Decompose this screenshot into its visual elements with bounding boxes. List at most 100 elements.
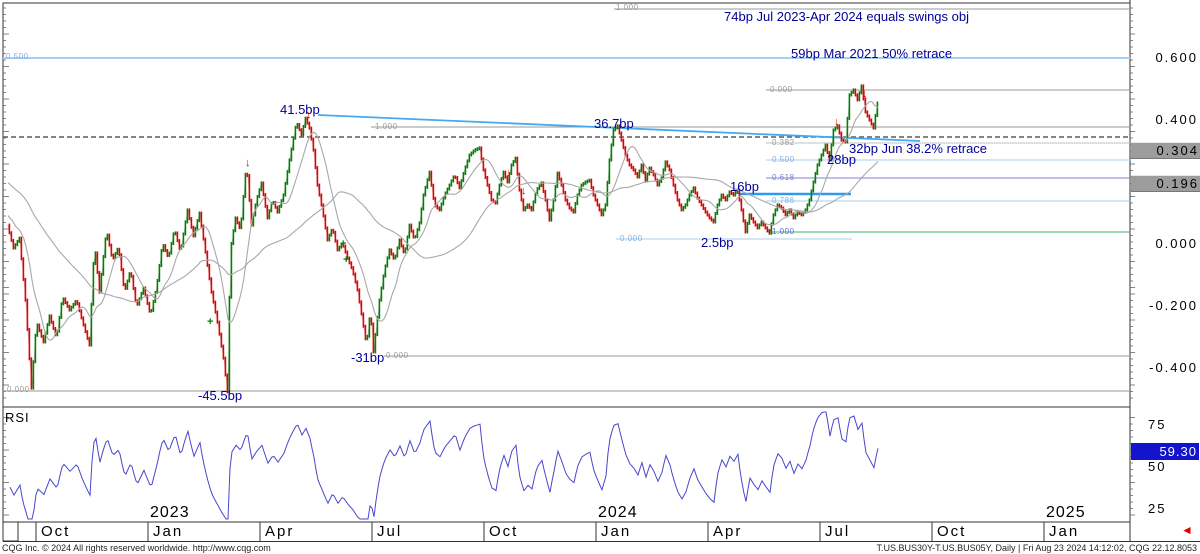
candle-bar [167, 249, 169, 257]
year-label: 2023 [150, 504, 190, 522]
candle-bar [191, 217, 193, 229]
candle-bar [61, 302, 63, 319]
candle-bar [243, 195, 245, 220]
candle-bar [63, 297, 65, 305]
candle-bar [589, 179, 591, 183]
candle-bar [439, 206, 441, 211]
candle-bar [741, 198, 743, 211]
candle-bar [177, 231, 179, 242]
candle-bar [607, 181, 609, 206]
candle-bar [279, 205, 281, 214]
candle-bar [869, 114, 871, 121]
chart-canvas[interactable] [0, 0, 1200, 554]
candle-bar [753, 217, 755, 224]
candle-bar [165, 244, 167, 252]
candle-bar [113, 254, 115, 260]
candle-bar [211, 277, 213, 293]
candle-bar [645, 171, 647, 182]
candle-bar [675, 184, 677, 194]
candle-bar [289, 158, 291, 173]
fib-level-label: 1.000 [772, 227, 795, 236]
candle-bar [441, 202, 443, 211]
candle-bar [755, 220, 757, 226]
candle-bar [351, 261, 353, 269]
candle-bar [647, 173, 649, 182]
candle-bar [711, 216, 713, 221]
candle-bar [681, 203, 683, 211]
candle-bar [529, 203, 531, 208]
date-tick-label: Oct [489, 523, 518, 540]
candle-bar [129, 272, 131, 282]
candle-bar [405, 247, 407, 253]
candle-bar [237, 216, 239, 224]
candle-bar [545, 190, 547, 202]
cqg-chart-window: 1.0000.5000.0001.0000.3820.5000.6180.786… [0, 0, 1200, 554]
swing-annotation: 59bp Mar 2021 50% retrace [791, 46, 952, 61]
candle-bar [413, 230, 415, 239]
candle-bar [765, 223, 767, 229]
candle-bar [383, 275, 385, 290]
candle-bar [403, 244, 405, 253]
down-arrow-marker: ↓ [834, 116, 840, 128]
candle-bar [563, 184, 565, 194]
candle-bar [833, 128, 835, 146]
candle-bar [281, 199, 283, 208]
candle-bar [101, 273, 103, 294]
candle-bar [217, 311, 219, 324]
candle-bar [215, 301, 217, 314]
candle-bar [353, 266, 355, 275]
candle-bar [449, 184, 451, 191]
candle-bar [613, 128, 615, 146]
date-tick-label: Jul [377, 523, 402, 540]
candle-bar [515, 157, 517, 163]
candle-bar [361, 300, 363, 315]
candle-bar [457, 176, 459, 184]
candle-bar [541, 181, 543, 187]
rsi-line [10, 412, 878, 519]
scroll-left-arrow-icon[interactable]: ◄ [1181, 523, 1193, 537]
candle-bar [37, 323, 39, 336]
candle-bar [423, 194, 425, 211]
candle-bar [549, 209, 551, 222]
down-arrow-marker: ↓ [521, 185, 527, 197]
candle-bar [257, 195, 259, 206]
candle-bar [283, 194, 285, 203]
candle-bar [97, 251, 99, 274]
status-symbol-info: T.US.BUS30Y-T.US.BUS05Y, Daily | Fri Aug… [876, 543, 1197, 553]
candle-bar [109, 234, 111, 247]
candle-bar [261, 181, 263, 191]
candle-bar [169, 252, 171, 257]
candle-bar [127, 280, 129, 290]
candle-bar [623, 139, 625, 149]
candle-bar [229, 296, 231, 394]
swing-annotation: 28bp [827, 152, 856, 167]
candle-bar [135, 287, 137, 302]
candle-bar [491, 191, 493, 201]
candle-bar [813, 181, 815, 193]
candle-bar [867, 110, 869, 117]
candle-bar [123, 268, 125, 286]
price-axis-label: 0.400 [1132, 112, 1198, 127]
swing-annotation: -31bp [351, 350, 384, 365]
candle-bar [287, 170, 289, 185]
candle-bar [485, 168, 487, 179]
candle-bar [81, 309, 83, 319]
date-tick-label: Jan [1049, 523, 1079, 540]
candle-bar [15, 243, 17, 249]
fib-level-label: 0.618 [772, 173, 795, 182]
candle-bar [475, 148, 477, 152]
fib-level-label: 0.000 [386, 351, 409, 360]
rsi-current-value-badge: 59.30 [1131, 443, 1199, 460]
candle-bar [207, 251, 209, 267]
candle-bar [807, 203, 809, 211]
candle-bar [513, 160, 515, 166]
candle-bar [99, 271, 101, 294]
date-tick-label: Apr [713, 523, 742, 540]
candle-bar [391, 248, 393, 255]
candle-bar [213, 291, 215, 304]
candle-bar [137, 299, 139, 305]
candle-bar [359, 288, 361, 303]
candle-bar [561, 178, 563, 187]
candle-bar [59, 316, 61, 333]
candle-bar [199, 212, 201, 223]
